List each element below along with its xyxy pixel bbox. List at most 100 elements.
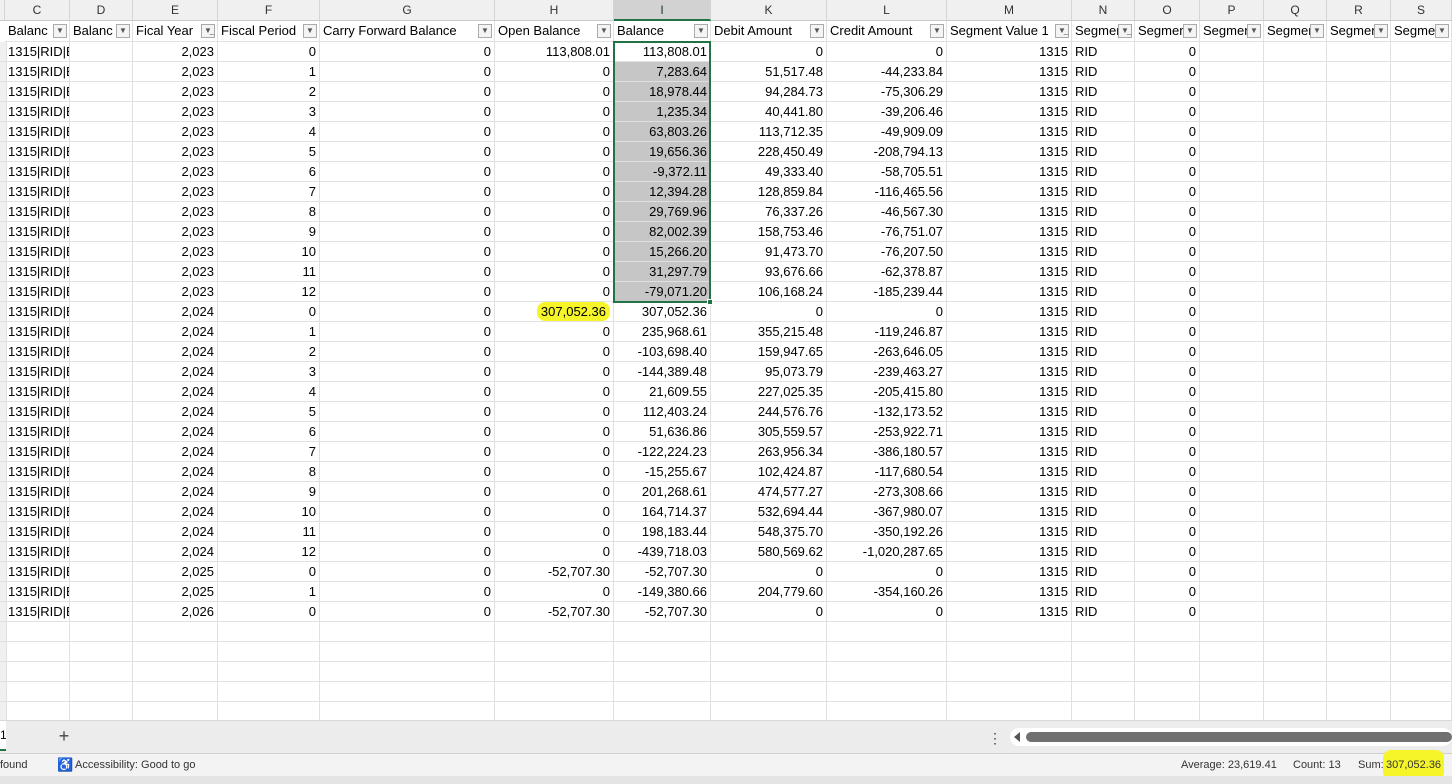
empty-cell[interactable] [133,702,218,720]
table-cell[interactable]: RID [1072,222,1135,242]
empty-cell[interactable] [133,622,218,642]
table-cell[interactable] [1264,502,1327,522]
table-cell[interactable] [70,562,133,582]
table-cell[interactable]: 2,023 [133,162,218,182]
table-cell[interactable] [70,202,133,222]
table-cell[interactable] [1200,482,1264,502]
table-cell[interactable]: 0 [320,462,495,482]
table-cell[interactable]: 0 [320,522,495,542]
table-cell[interactable]: 1315 [947,542,1072,562]
table-cell[interactable]: 228,450.49 [711,142,827,162]
table-cell[interactable] [1391,62,1452,82]
table-cell[interactable]: 0 [1135,122,1200,142]
table-cell[interactable]: RID [1072,502,1135,522]
empty-cell[interactable] [320,642,495,662]
table-cell[interactable]: RID [1072,602,1135,622]
empty-cell[interactable] [827,622,947,642]
filter-dropdown-icon[interactable]: ▼ [116,24,130,38]
table-cell[interactable]: 1315|RID|B [5,82,70,102]
table-cell[interactable] [70,162,133,182]
table-cell[interactable] [70,142,133,162]
header-cell-G[interactable]: Carry Forward Balance ▼ [320,21,495,42]
empty-cell[interactable] [1200,642,1264,662]
column-header-E[interactable]: E [133,0,218,21]
table-cell[interactable]: 2,024 [133,502,218,522]
table-cell[interactable]: 0 [320,422,495,442]
table-cell[interactable]: 1315 [947,562,1072,582]
table-cell[interactable]: 580,569.62 [711,542,827,562]
table-cell[interactable]: RID [1072,482,1135,502]
table-cell[interactable] [1327,542,1391,562]
table-cell[interactable]: 0 [320,502,495,522]
table-cell[interactable]: -205,415.80 [827,382,947,402]
table-cell[interactable] [1391,122,1452,142]
table-cell[interactable]: 2,023 [133,82,218,102]
table-cell[interactable] [1327,82,1391,102]
empty-cell[interactable] [1264,702,1327,720]
header-cell-I[interactable]: Balance ▼ [614,21,711,42]
table-cell[interactable]: 0 [1135,202,1200,222]
table-cell[interactable]: 201,268.61 [614,482,711,502]
table-cell[interactable]: 1315 [947,462,1072,482]
table-cell[interactable]: 1315 [947,222,1072,242]
table-cell[interactable]: RID [1072,422,1135,442]
table-cell[interactable]: 12,394.28 [614,182,711,202]
table-cell[interactable]: 93,676.66 [711,262,827,282]
accessibility-icon[interactable]: ♿ [57,754,73,776]
table-cell[interactable]: 0 [320,182,495,202]
table-cell[interactable]: 1315 [947,142,1072,162]
empty-cell[interactable] [1391,702,1452,720]
filter-dropdown-icon[interactable]: ▼ [930,24,944,38]
table-cell[interactable] [70,362,133,382]
table-cell[interactable]: 2,025 [133,582,218,602]
table-cell[interactable]: 9 [218,222,320,242]
table-cell[interactable] [1391,402,1452,422]
table-cell[interactable]: -354,160.26 [827,582,947,602]
table-cell[interactable]: 0 [320,142,495,162]
table-cell[interactable]: 0 [320,602,495,622]
table-cell[interactable]: 0 [711,302,827,322]
table-cell[interactable] [70,102,133,122]
empty-cell[interactable] [5,642,70,662]
table-cell[interactable]: 10 [218,242,320,262]
table-cell[interactable] [1391,302,1452,322]
table-cell[interactable]: 0 [495,482,614,502]
table-cell[interactable]: 474,577.27 [711,482,827,502]
table-cell[interactable]: 12 [218,542,320,562]
table-cell[interactable] [1264,82,1327,102]
table-cell[interactable] [1200,102,1264,122]
table-cell[interactable] [1327,282,1391,302]
table-cell[interactable]: 0 [1135,502,1200,522]
empty-cell[interactable] [1200,702,1264,720]
table-cell[interactable]: 0 [320,162,495,182]
table-cell[interactable] [1200,602,1264,622]
table-cell[interactable]: 0 [1135,422,1200,442]
table-cell[interactable] [1391,482,1452,502]
table-cell[interactable]: 235,968.61 [614,322,711,342]
table-cell[interactable]: 113,712.35 [711,122,827,142]
table-cell[interactable]: 0 [495,322,614,342]
table-cell[interactable]: -44,233.84 [827,62,947,82]
table-cell[interactable]: 1315|RID|B [5,202,70,222]
empty-cell[interactable] [947,682,1072,702]
table-cell[interactable] [1264,562,1327,582]
table-cell[interactable]: 94,284.73 [711,82,827,102]
empty-cell[interactable] [1327,702,1391,720]
empty-cell[interactable] [5,622,70,642]
table-cell[interactable]: 0 [711,562,827,582]
table-cell[interactable]: 0 [1135,162,1200,182]
table-cell[interactable] [70,542,133,562]
table-cell[interactable] [1327,122,1391,142]
table-cell[interactable]: 0 [320,482,495,502]
table-cell[interactable]: 1,235.34 [614,102,711,122]
table-cell[interactable]: 1315 [947,582,1072,602]
table-cell[interactable]: 1315|RID|B [5,262,70,282]
table-cell[interactable] [1264,42,1327,62]
table-cell[interactable] [1264,102,1327,122]
table-cell[interactable]: RID [1072,42,1135,62]
table-cell[interactable]: 0 [320,202,495,222]
average-value[interactable]: Average: 23,619.41 [1181,754,1277,776]
table-cell[interactable]: 1315 [947,302,1072,322]
header-cell-C[interactable]: Balanc ▼ [5,21,70,42]
table-cell[interactable]: 1315|RID|B [5,222,70,242]
